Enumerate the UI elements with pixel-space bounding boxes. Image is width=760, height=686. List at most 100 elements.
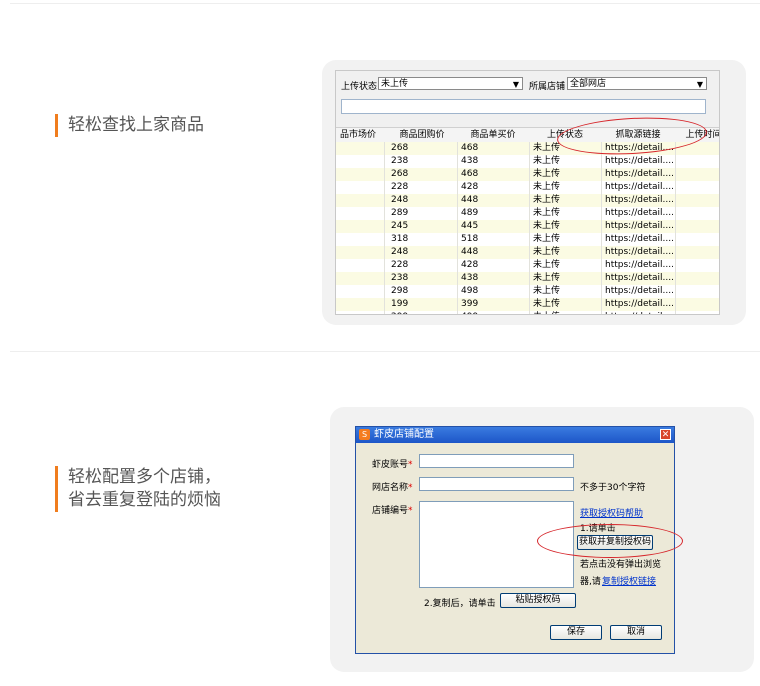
dialog-title: 虾皮店铺配置 [374, 429, 434, 440]
url-input[interactable] [341, 99, 706, 114]
col-single-price[interactable]: 商品单买价 [458, 128, 528, 142]
table-row[interactable]: 245 445 未上传 https://detail.... [336, 220, 719, 234]
table-cell [336, 194, 385, 207]
table-cell [336, 155, 385, 168]
table-cell [336, 246, 385, 259]
table-row[interactable]: 268 468 未上传 https://detail.... [336, 168, 719, 182]
table-cell: 399 [458, 298, 530, 311]
popup-hint-line-2: 器,请 [580, 577, 601, 587]
table-cell: 428 [458, 181, 530, 194]
table-cell: https://detail.... [602, 181, 676, 194]
table-cell: 445 [458, 220, 530, 233]
table-cell: 199 [388, 298, 458, 311]
table-cell: 未上传 [530, 272, 602, 285]
table-cell: https://detail.... [602, 194, 676, 207]
table-row[interactable]: 228 428 未上传 https://detail.... [336, 259, 719, 273]
table-cell: 未上传 [530, 155, 602, 168]
table-cell: 未上传 [530, 194, 602, 207]
feature-1-text: 轻松查找上家商品 [68, 115, 204, 135]
highlight-ellipse-auth-button [537, 524, 683, 558]
table-cell: https://detail.... [602, 298, 676, 311]
table-row[interactable]: 199 399 未上传 https://detail.... [336, 298, 719, 312]
table-cell: 448 [458, 246, 530, 259]
status-select[interactable]: 未上传 ▼ [378, 77, 523, 90]
feature-2-line-2: 省去重复登陆的烦恼 [68, 490, 221, 510]
table-row[interactable]: 299499未上传https://detail.... [336, 311, 719, 314]
table-cell [676, 285, 719, 298]
table-cell [676, 220, 719, 233]
table-row[interactable]: 289 489 未上传 https://detail.... [336, 207, 719, 221]
table-cell: 248 [388, 246, 458, 259]
shop-select[interactable]: 全部网店 ▼ [567, 77, 707, 90]
table-cell: 未上传 [530, 259, 602, 272]
table-cell [336, 142, 385, 155]
cancel-button[interactable]: 取消 [610, 625, 662, 640]
table-cell [676, 233, 719, 246]
table-cell [676, 246, 719, 259]
paste-auth-code-button[interactable]: 粘贴授权码 [500, 593, 576, 608]
table-cell [676, 181, 719, 194]
table-cell [336, 298, 385, 311]
table-row[interactable]: 318 518 未上传 https://detail.... [336, 233, 719, 247]
col-group-price[interactable]: 商品团购价 [388, 128, 456, 142]
table-cell: 未上传 [530, 168, 602, 181]
table-cell [336, 311, 385, 314]
table-cell: https://detail.... [602, 233, 676, 246]
auth-help-link[interactable]: 获取授权码帮助 [580, 506, 643, 519]
table-cell [336, 233, 385, 246]
table-cell [676, 207, 719, 220]
table-cell [676, 194, 719, 207]
table-cell: https://detail.... [602, 285, 676, 298]
save-button[interactable]: 保存 [550, 625, 602, 640]
table-cell [336, 272, 385, 285]
table-cell: 468 [458, 168, 530, 181]
table-cell: 289 [388, 207, 458, 220]
table-cell: 228 [388, 181, 458, 194]
table-cell: 268 [388, 168, 458, 181]
table-cell [336, 168, 385, 181]
table-row[interactable]: 238 438 未上传 https://detail.... [336, 155, 719, 169]
shop-name-input[interactable] [419, 477, 574, 491]
shop-name-hint: 不多于30个字符 [580, 483, 646, 493]
product-grid-window: 上传状态 未上传 ▼ 所属店铺 全部网店 ▼ 品市场价 商品团购价 商品单买价 … [335, 70, 720, 315]
section-divider [10, 351, 760, 352]
feature-title-find-products: 轻松查找上家商品 [55, 114, 204, 137]
table-row[interactable]: 248 448 未上传 https://detail.... [336, 246, 719, 260]
table-cell [676, 272, 719, 285]
table-cell: 298 [388, 285, 458, 298]
table-cell: 未上传 [530, 285, 602, 298]
close-icon[interactable]: ✕ [660, 429, 671, 440]
table-cell: 299 [388, 311, 458, 314]
table-cell: https://detail.... [602, 207, 676, 220]
table-cell: https://detail.... [602, 246, 676, 259]
col-market-price[interactable]: 品市场价 [336, 128, 382, 142]
status-filter-label: 上传状态 [341, 82, 378, 92]
table-cell: 248 [388, 194, 458, 207]
table-row[interactable]: 228 428 未上传 https://detail.... [336, 181, 719, 195]
table-cell [336, 181, 385, 194]
table-cell: 未上传 [530, 311, 602, 314]
table-cell: 499 [458, 311, 530, 314]
table-cell: 未上传 [530, 207, 602, 220]
table-cell: https://detail.... [602, 259, 676, 272]
table-row[interactable]: 238 438 未上传 https://detail.... [336, 272, 719, 286]
chevron-down-icon: ▼ [696, 80, 703, 89]
table-cell [336, 259, 385, 272]
table-cell: 未上传 [530, 233, 602, 246]
table-cell: 448 [458, 194, 530, 207]
table-row[interactable]: 298 498 未上传 https://detail.... [336, 285, 719, 299]
table-cell: 未上传 [530, 181, 602, 194]
table-cell: 438 [458, 272, 530, 285]
table-cell: 未上传 [530, 298, 602, 311]
table-cell [336, 220, 385, 233]
table-cell: 228 [388, 259, 458, 272]
table-row[interactable]: 248 448 未上传 https://detail.... [336, 194, 719, 208]
table-cell: 318 [388, 233, 458, 246]
table-cell: 未上传 [530, 246, 602, 259]
table-cell: 245 [388, 220, 458, 233]
top-divider [10, 3, 760, 4]
dialog-title-bar[interactable]: S 虾皮店铺配置 ✕ [356, 427, 674, 443]
table-cell: https://detail.... [602, 311, 676, 314]
copy-auth-link[interactable]: 复制授权链接 [602, 574, 656, 587]
account-input[interactable] [419, 454, 574, 468]
